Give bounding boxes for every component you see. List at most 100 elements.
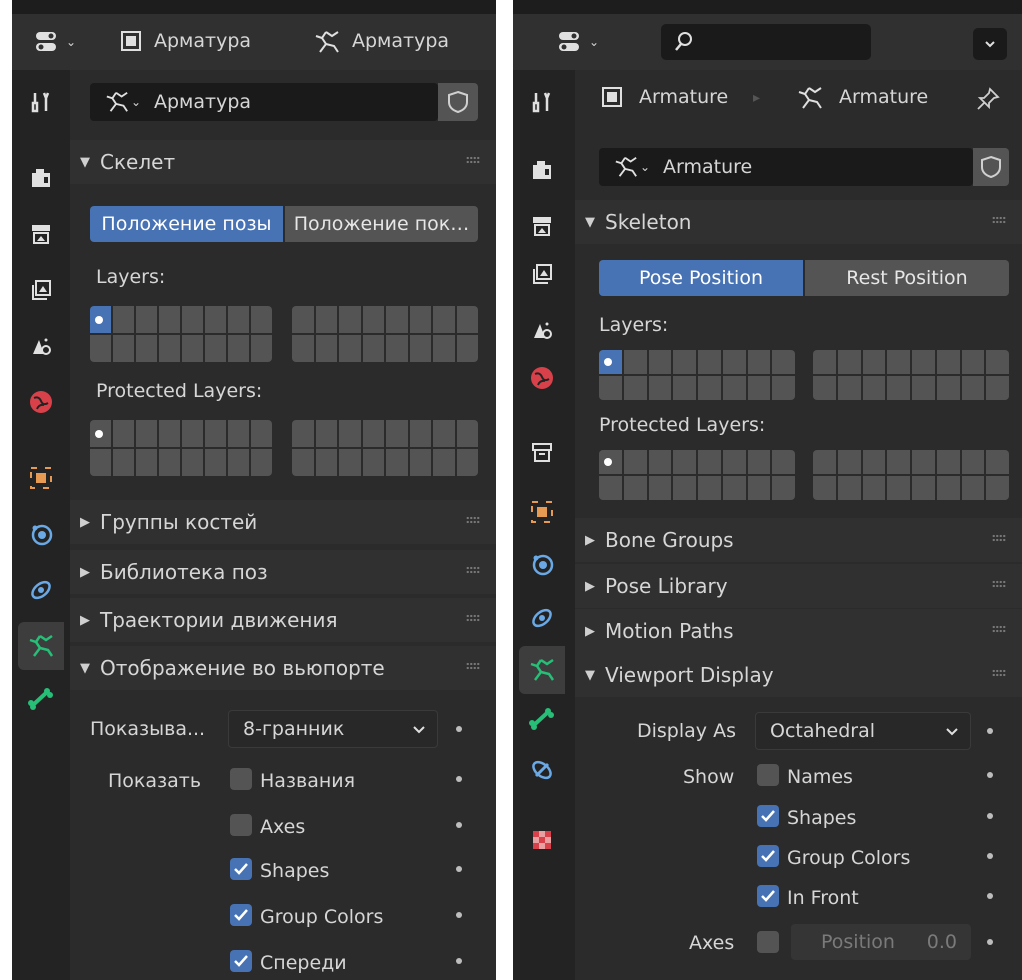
fake-user-button[interactable] xyxy=(973,148,1009,186)
keyframe-dot-icon[interactable] xyxy=(987,728,993,734)
tab-render[interactable] xyxy=(18,154,64,202)
fake-user-button[interactable] xyxy=(438,83,478,121)
layer-dot xyxy=(604,458,612,466)
protected-layers-grid-b[interactable] xyxy=(813,450,1009,500)
tab-world[interactable] xyxy=(18,378,64,426)
tab-output[interactable] xyxy=(519,202,565,250)
armature-datablock-selector[interactable]: ⌄ Арматура xyxy=(90,83,438,121)
panel-title: Bone Groups xyxy=(605,528,734,552)
keyframe-dot-icon[interactable] xyxy=(456,958,462,964)
keyframe-dot-icon[interactable] xyxy=(987,893,993,899)
pose-library-panel-header[interactable]: ▶ Библиотека поз xyxy=(70,550,496,594)
armature-browse-button[interactable]: ⌄ xyxy=(599,155,663,179)
keyframe-dot-icon[interactable] xyxy=(456,866,462,872)
names-checkbox[interactable] xyxy=(757,764,779,786)
drag-handle-icon[interactable] xyxy=(992,625,1006,633)
tab-constraints[interactable] xyxy=(519,594,565,642)
keyframe-dot-icon[interactable] xyxy=(456,912,462,918)
display-as-dropdown[interactable]: 8-гранник xyxy=(228,710,438,748)
bone-groups-panel-header[interactable]: ▶ Bone Groups xyxy=(575,518,1022,562)
protected-layers-grid-a[interactable] xyxy=(90,420,272,476)
keyframe-dot-icon[interactable] xyxy=(987,939,993,945)
keyframe-dot-icon[interactable] xyxy=(456,776,462,782)
drag-handle-icon[interactable] xyxy=(466,662,480,670)
motion-paths-panel-header[interactable]: ▶ Motion Paths xyxy=(575,609,1022,653)
tab-bone[interactable] xyxy=(18,676,64,724)
keyframe-dot-icon[interactable] xyxy=(987,813,993,819)
viewport-display-panel-header[interactable]: ▼ Отображение во вьюпорте xyxy=(70,646,496,690)
tab-object[interactable] xyxy=(18,454,64,502)
tab-output[interactable] xyxy=(18,210,64,258)
rest-position-button[interactable]: Rest Position xyxy=(805,260,1009,296)
rest-position-button[interactable]: Положение пок… xyxy=(285,206,478,242)
bone-layers-grid-b[interactable] xyxy=(813,350,1009,400)
keyframe-dot-icon[interactable] xyxy=(456,726,462,732)
tab-object[interactable] xyxy=(519,488,565,536)
tab-view-layer[interactable] xyxy=(519,250,565,298)
pose-position-button[interactable]: Pose Position xyxy=(599,260,803,296)
tab-tool[interactable] xyxy=(18,78,64,126)
armature-browse-button[interactable]: ⌄ xyxy=(90,90,154,114)
tab-texture[interactable] xyxy=(519,816,565,864)
pose-position-button[interactable]: Положение позы xyxy=(90,206,283,242)
names-checkbox[interactable] xyxy=(230,768,252,790)
keyframe-dot-icon[interactable] xyxy=(987,772,993,778)
tab-armature-data[interactable] xyxy=(18,622,64,670)
protected-layers-grid-b[interactable] xyxy=(292,420,478,476)
bone-layers-grid-b[interactable] xyxy=(292,306,478,362)
datablock-name[interactable]: Armature xyxy=(663,156,752,178)
axes-position-field[interactable]: Position 0.0 xyxy=(791,924,971,960)
tab-scene[interactable] xyxy=(519,306,565,354)
drag-handle-icon[interactable] xyxy=(466,516,480,524)
armature-datablock-selector[interactable]: ⌄ Armature xyxy=(599,148,973,186)
search-input[interactable] xyxy=(661,24,871,60)
keyframe-dot-icon[interactable] xyxy=(987,853,993,859)
editor-type-button[interactable]: ⌄ xyxy=(30,26,76,58)
drag-handle-icon[interactable] xyxy=(992,216,1006,224)
tab-collection[interactable] xyxy=(519,428,565,476)
group-colors-checkbox[interactable] xyxy=(757,845,779,867)
group-colors-checkbox[interactable] xyxy=(230,904,252,926)
tab-scene[interactable] xyxy=(18,322,64,370)
shapes-checkbox[interactable] xyxy=(757,805,779,827)
tab-bone[interactable] xyxy=(519,696,565,744)
bone-layers-grid-a[interactable] xyxy=(599,350,795,400)
drag-handle-icon[interactable] xyxy=(466,614,480,622)
in-front-checkbox[interactable] xyxy=(230,950,252,972)
tab-armature-data[interactable] xyxy=(519,646,565,694)
tab-tool[interactable] xyxy=(519,78,565,126)
tab-physics[interactable] xyxy=(519,540,565,588)
drag-handle-icon[interactable] xyxy=(466,566,480,574)
tab-view-layer[interactable] xyxy=(18,266,64,314)
pose-library-panel-header[interactable]: ▶ Pose Library xyxy=(575,564,1022,608)
keyframe-dot-icon[interactable] xyxy=(456,822,462,828)
drag-handle-icon[interactable] xyxy=(466,156,480,164)
display-as-dropdown[interactable]: Octahedral xyxy=(755,712,971,750)
viewport-display-panel-header[interactable]: ▼ Viewport Display xyxy=(575,653,1022,697)
tab-render[interactable] xyxy=(519,146,565,194)
physics-icon xyxy=(31,524,53,546)
pin-icon[interactable] xyxy=(975,86,1001,112)
skeleton-panel-header[interactable]: ▼ Скелет xyxy=(70,140,496,184)
axes-checkbox[interactable] xyxy=(230,814,252,836)
tab-bone-constraints[interactable] xyxy=(519,746,565,794)
properties-content: Armature ▸ Armature ⌄ Armature ▼ Skeleto… xyxy=(575,70,1022,980)
shapes-checkbox[interactable] xyxy=(230,858,252,880)
tab-world[interactable] xyxy=(519,354,565,402)
drag-handle-icon[interactable] xyxy=(992,580,1006,588)
tab-physics[interactable] xyxy=(18,510,64,558)
motion-paths-panel-header[interactable]: ▶ Траектории движения xyxy=(70,598,496,642)
drag-handle-icon[interactable] xyxy=(992,669,1006,677)
bone-groups-panel-header[interactable]: ▶ Группы костей xyxy=(70,500,496,544)
axes-checkbox[interactable] xyxy=(757,931,779,953)
chevron-down-icon: ⌄ xyxy=(589,35,600,49)
protected-layers-grid-a[interactable] xyxy=(599,450,795,500)
skeleton-panel-header[interactable]: ▼ Skeleton xyxy=(575,200,1022,244)
options-dropdown-button[interactable] xyxy=(973,28,1007,60)
editor-type-button[interactable]: ⌄ xyxy=(553,26,599,58)
bone-layers-grid-a[interactable] xyxy=(90,306,272,362)
datablock-name[interactable]: Арматура xyxy=(154,91,251,113)
tab-constraints[interactable] xyxy=(18,566,64,614)
drag-handle-icon[interactable] xyxy=(992,534,1006,542)
in-front-checkbox[interactable] xyxy=(757,885,779,907)
